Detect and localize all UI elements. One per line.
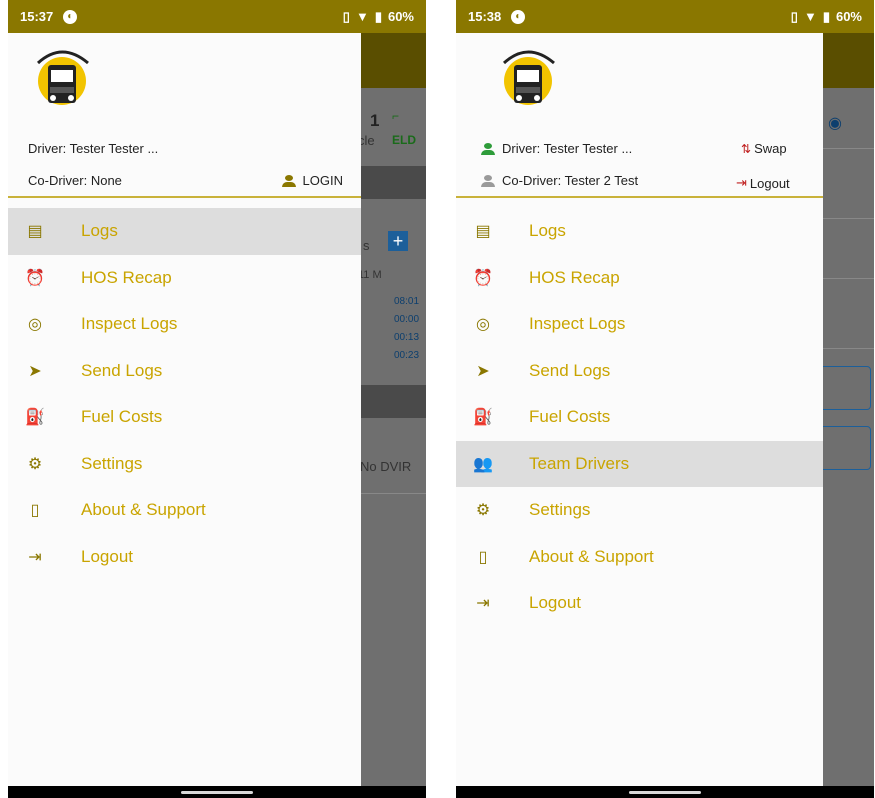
time-value: 00:13 [394,332,420,343]
logout-icon: ⇥ [736,175,747,190]
team-icon: 👥 [473,455,493,473]
menu-item-hos-recap[interactable]: ⏰ HOS Recap [456,255,823,302]
add-log-button[interactable]: + [388,231,408,251]
logs-label: s [363,238,370,253]
send-icon: ➤ [476,362,490,380]
alarm-clock-icon: ⏰ [25,269,45,287]
menu-item-team-drivers[interactable]: 👥 Team Drivers [456,440,823,487]
wifi-icon: ▼ [803,9,817,24]
home-handle[interactable] [181,791,253,794]
eld-label: ELD [392,133,416,147]
menu-item-logs[interactable]: ▤ Logs [8,208,361,255]
menu-item-fuel-costs[interactable]: ⛽ Fuel Costs [456,394,823,441]
phone-icon: ▯ [478,548,488,566]
hours-label: 11 M [358,269,382,281]
fuel-icon: ⛽ [25,409,45,427]
menu-item-settings[interactable]: ⚙ Settings [8,441,361,488]
drawer-header: Driver: Tester Tester ... Co-Driver: Tes… [456,33,823,198]
navigation-drawer: Driver: Tester Tester ... Co-Driver: Tes… [456,33,823,786]
eld-run-logo [502,50,555,105]
login-button[interactable]: LOGIN [281,173,343,188]
eld-run-logo [36,50,89,105]
battery-icon: ▮ [374,8,382,24]
menu-item-settings[interactable]: ⚙ Settings [456,487,823,534]
wifi-icon: ▼ [355,9,369,24]
menu-item-fuel-costs[interactable]: ⛽ Fuel Costs [8,394,361,441]
battery-icon: ▮ [822,8,830,24]
vehicle-number: 1 [370,111,380,130]
send-icon: ➤ [28,362,42,380]
menu-item-hos-recap[interactable]: ⏰ HOS Recap [8,255,361,302]
gear-icon: ⚙ [475,502,491,520]
battery-percent: 60% [387,9,414,24]
menu-item-about-support[interactable]: ▯ About & Support [456,534,823,581]
driver-row: Driver: Tester Tester ... [480,141,632,156]
status-bar: 15:37 ◐ ▯ ▼ ▮ 60% [8,0,426,33]
login-label: LOGIN [302,173,343,188]
vibrate-icon: ▯ [790,8,798,24]
status-time: 15:38 [468,9,502,24]
outlined-button[interactable] [816,426,871,470]
phone-screen-right: 15:38 ◐ ▯ ▼ ▮ 60% ◉ Driver: Tester Teste… [456,0,874,798]
gear-icon: ⚙ [27,455,43,473]
inspect-icon: ◎ [476,316,490,334]
notification-icon: ◐ [63,9,78,24]
nav-bar [456,786,874,798]
drawer-menu: ▤ Logs ⏰ HOS Recap ◎ Inspect Logs ➤ Send Log… [456,208,823,627]
time-value: 00:23 [394,350,420,361]
menu-item-logout[interactable]: ⇥ Logout [456,580,823,627]
codriver-name: Co-Driver: None [28,173,122,188]
swap-button[interactable]: ⇅ Swap [741,141,787,156]
home-handle[interactable] [629,791,701,794]
alarm-clock-icon: ⏰ [473,269,493,287]
driver-name: Driver: Tester Tester ... [28,141,159,156]
person-icon [480,174,496,187]
menu-item-inspect-logs[interactable]: ◎ Inspect Logs [456,301,823,348]
logout-icon: ⇥ [476,595,490,613]
menu-item-logout[interactable]: ⇥ Logout [8,534,361,581]
status-bar: 15:38 ◐ ▯ ▼ ▮ 60% [456,0,874,33]
time-value: 00:00 [394,314,420,325]
drawer-header: Driver: Tester Tester ... Co-Driver: Non… [8,33,361,198]
menu-item-logs[interactable]: ▤ Logs [456,208,823,255]
nav-bar [8,786,426,798]
logout-icon: ⇥ [28,548,42,566]
outlined-button[interactable] [816,366,871,410]
menu-item-send-logs[interactable]: ➤ Send Logs [456,348,823,395]
notification-icon: ◐ [511,9,526,24]
time-value: 08:01 [394,296,420,307]
logs-icon: ▤ [27,223,43,241]
codriver-name: Co-Driver: Tester 2 Test [502,173,639,188]
status-time: 15:37 [20,9,54,24]
menu-item-about-support[interactable]: ▯ About & Support [8,487,361,534]
phone-screen-left: 15:37 ◐ ▯ ▼ ▮ 60% 1 cle ⌐ ELD s + 11 M 0… [8,0,426,798]
person-icon [281,174,297,187]
battery-percent: 60% [835,9,862,24]
navigation-drawer: Driver: Tester Tester ... Co-Driver: Non… [8,33,361,786]
swap-icon: ⇅ [741,141,752,156]
codriver-row: Co-Driver: Tester 2 Test [480,173,638,188]
menu-item-inspect-logs[interactable]: ◎ Inspect Logs [8,301,361,348]
eye-icon: ◉ [828,115,842,132]
person-icon [480,142,496,155]
fuel-icon: ⛽ [473,409,493,427]
phone-icon: ▯ [30,502,40,520]
cast-icon: ⌐ [392,109,400,123]
menu-item-send-logs[interactable]: ➤ Send Logs [8,348,361,395]
logout-button[interactable]: ⇥ Logout [736,175,790,191]
logs-icon: ▤ [475,223,491,241]
vibrate-icon: ▯ [342,8,350,24]
drawer-menu: ▤ Logs ⏰ HOS Recap ◎ Inspect Logs ➤ Send Log… [8,208,361,580]
driver-name: Driver: Tester Tester ... [502,141,633,156]
dvir-status: No DVIR [360,459,412,474]
inspect-icon: ◎ [28,316,42,334]
